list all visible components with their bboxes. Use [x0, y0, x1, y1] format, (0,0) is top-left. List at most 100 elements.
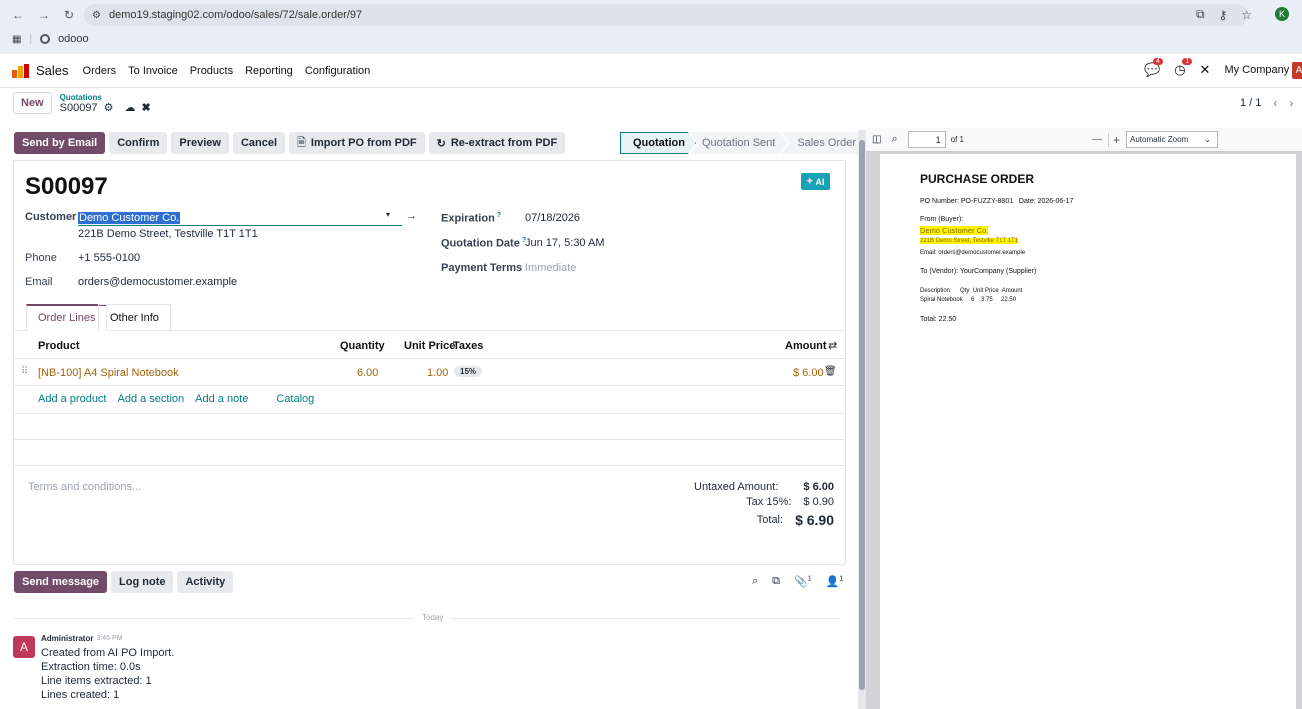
expiration-value[interactable]: 07/18/2026 — [525, 212, 580, 224]
quotation-date-label: Quotation Date? — [441, 237, 526, 250]
table-row[interactable]: ⠿ [NB-100] A4 Spiral Notebook 6.00 1.00 … — [14, 359, 845, 386]
reload-icon[interactable]: ↻ — [64, 8, 74, 22]
tools-icon[interactable]: ✕ — [1200, 62, 1211, 78]
total-label: Total: — [756, 514, 784, 526]
key-icon[interactable]: ⚷ — [1219, 8, 1228, 22]
optional-columns-icon[interactable]: ⇄ — [828, 339, 837, 352]
expand-icon[interactable]: ⧉ — [772, 575, 780, 588]
search-icon[interactable]: ⌕ — [752, 575, 758, 588]
quotation-date-value[interactable]: Jun 17, 5:30 AM — [525, 237, 605, 249]
send-message-button[interactable]: Send message — [14, 571, 108, 593]
pdf-line-item: Spiral Notebook 6 3.75 22.50 — [920, 297, 1017, 303]
row-tax-tag[interactable]: 15% — [454, 366, 483, 377]
pager-value[interactable]: 1 / 1 — [1240, 97, 1261, 109]
followers-icon[interactable]: 👤1 — [826, 575, 844, 588]
terms-conditions-input[interactable]: Terms and conditions... — [28, 481, 141, 493]
site-info-icon[interactable]: ⚙ — [92, 10, 101, 21]
preview-button[interactable]: Preview — [171, 132, 229, 154]
zoom-in-button[interactable]: + — [1107, 132, 1120, 147]
nav-item-orders[interactable]: Orders — [83, 65, 117, 77]
ai-badge[interactable]: ✦ AI — [801, 173, 830, 190]
nav-item-to-invoice[interactable]: To Invoice — [128, 65, 178, 77]
log-note-button[interactable]: Log note — [111, 571, 174, 593]
chat-icon[interactable]: 💬 4 — [1144, 58, 1163, 78]
col-amount[interactable]: Amount — [785, 340, 827, 352]
paperclip-icon[interactable]: 📎1 — [794, 575, 812, 588]
activity-clock-icon[interactable]: ◷ 1 — [1174, 58, 1193, 78]
bookmark-odooo[interactable]: odooo — [58, 33, 89, 45]
zoom-select[interactable]: Automatic Zoom ⌄ — [1125, 131, 1218, 148]
confirm-button[interactable]: Confirm — [109, 132, 168, 154]
nav-item-products[interactable]: Products — [190, 65, 233, 77]
divider — [14, 439, 845, 440]
col-unit-price[interactable]: Unit Price — [404, 340, 455, 352]
divider — [14, 413, 845, 414]
chat-badge: 4 — [1153, 58, 1163, 65]
payment-terms-input[interactable]: Immediate — [525, 262, 576, 274]
message-avatar[interactable]: A — [13, 636, 35, 658]
nav-item-reporting[interactable]: Reporting — [245, 65, 293, 77]
add-section-link[interactable]: Add a section — [118, 393, 185, 405]
breadcrumb: Quotations S00097 ⚙ ☁ ✖ — [60, 92, 151, 114]
help-icon[interactable]: ? — [497, 212, 501, 219]
apps-grid-icon[interactable]: ▦ — [12, 34, 21, 45]
address-bar[interactable]: ⚙ demo19.staging02.com/odoo/sales/72/sal… — [84, 4, 1248, 26]
row-unit-price[interactable]: 1.00 — [427, 367, 448, 379]
internal-link-icon[interactable]: → — [406, 210, 417, 222]
catalog-link[interactable]: Catalog — [276, 393, 314, 405]
add-note-link[interactable]: Add a note — [195, 393, 248, 405]
import-po-pdf-button[interactable]: 🗎 Import PO from PDF — [289, 132, 425, 154]
phone-value[interactable]: +1 555-0100 — [78, 252, 140, 264]
message-author[interactable]: Administrator — [41, 634, 93, 643]
sales-app-icon[interactable] — [12, 63, 29, 78]
tab-other-info[interactable]: Other Info — [98, 304, 171, 331]
cloud-save-icon[interactable]: ☁ — [124, 103, 135, 114]
row-quantity[interactable]: 6.00 — [357, 367, 378, 379]
gear-icon[interactable]: ⚙ — [104, 103, 114, 114]
add-product-link[interactable]: Add a product — [38, 393, 107, 405]
profile-avatar[interactable]: K — [1275, 7, 1289, 21]
drag-handle-icon[interactable]: ⠿ — [21, 366, 28, 377]
nav-item-configuration[interactable]: Configuration — [305, 65, 370, 77]
user-avatar[interactable]: A — [1292, 62, 1302, 79]
form-sheet: ✦ AI S00097 Customer Demo Customer Co. ▾ … — [13, 160, 846, 565]
page-number-input[interactable]: 1 — [907, 131, 946, 148]
splitter-scrollbar[interactable] — [858, 130, 866, 709]
pager-next-icon[interactable]: › — [1289, 96, 1293, 110]
new-button[interactable]: New — [13, 92, 52, 114]
col-product[interactable]: Product — [38, 340, 80, 352]
discard-icon[interactable]: ✖ — [141, 103, 150, 114]
cast-icon[interactable]: ⧉ — [1196, 7, 1205, 22]
send-by-email-button[interactable]: Send by Email — [14, 132, 106, 154]
status-quotation-sent[interactable]: Quotation Sent — [690, 132, 787, 154]
cancel-button[interactable]: Cancel — [232, 132, 286, 154]
trash-icon[interactable]: 🗑 — [824, 366, 837, 377]
col-taxes[interactable]: Taxes — [453, 340, 483, 352]
pdf-search-icon[interactable]: ⌕ — [891, 133, 897, 146]
col-quantity[interactable]: Quantity — [340, 340, 385, 352]
email-value[interactable]: orders@democustomer.example — [78, 276, 237, 288]
zoom-out-button[interactable]: — — [1092, 134, 1102, 145]
customer-field[interactable]: Demo Customer Co. ▾ — [78, 210, 402, 226]
scrollbar-thumb[interactable] — [859, 140, 865, 690]
totals-block: Untaxed Amount: $ 6.00 Tax 15%: $ 0.90 Tot… — [694, 479, 834, 530]
pdf-heading: PURCHASE ORDER — [920, 172, 1035, 186]
tab-order-lines[interactable]: Order Lines — [26, 304, 108, 331]
row-product[interactable]: [NB-100] A4 Spiral Notebook — [38, 367, 179, 379]
customer-value: Demo Customer Co. — [78, 212, 181, 224]
reextract-pdf-button[interactable]: ↻ Re-extract from PDF — [428, 132, 566, 154]
record-title: S00097 — [25, 173, 108, 200]
status-quotation[interactable]: Quotation — [620, 132, 696, 154]
pager-prev-icon[interactable]: ‹ — [1273, 96, 1277, 110]
top-navbar: Sales Orders To Invoice Products Reporting C… — [0, 54, 1302, 88]
sidebar-toggle-icon[interactable]: ◫ — [872, 134, 881, 145]
app-name[interactable]: Sales — [36, 63, 69, 78]
forward-icon[interactable]: → — [38, 8, 50, 22]
dropdown-caret-icon[interactable]: ▾ — [386, 210, 390, 219]
activity-button[interactable]: Activity — [177, 571, 234, 593]
back-icon[interactable]: ← — [12, 8, 24, 22]
star-icon[interactable]: ☆ — [1241, 8, 1252, 22]
company-name[interactable]: My Company — [1224, 64, 1289, 76]
pdf-viewer: ◫ ⌕ 1 of 1 — + Automatic Zoom ⌄ PURCHASE … — [866, 128, 1302, 709]
status-sales-order[interactable]: Sales Order — [781, 132, 867, 154]
